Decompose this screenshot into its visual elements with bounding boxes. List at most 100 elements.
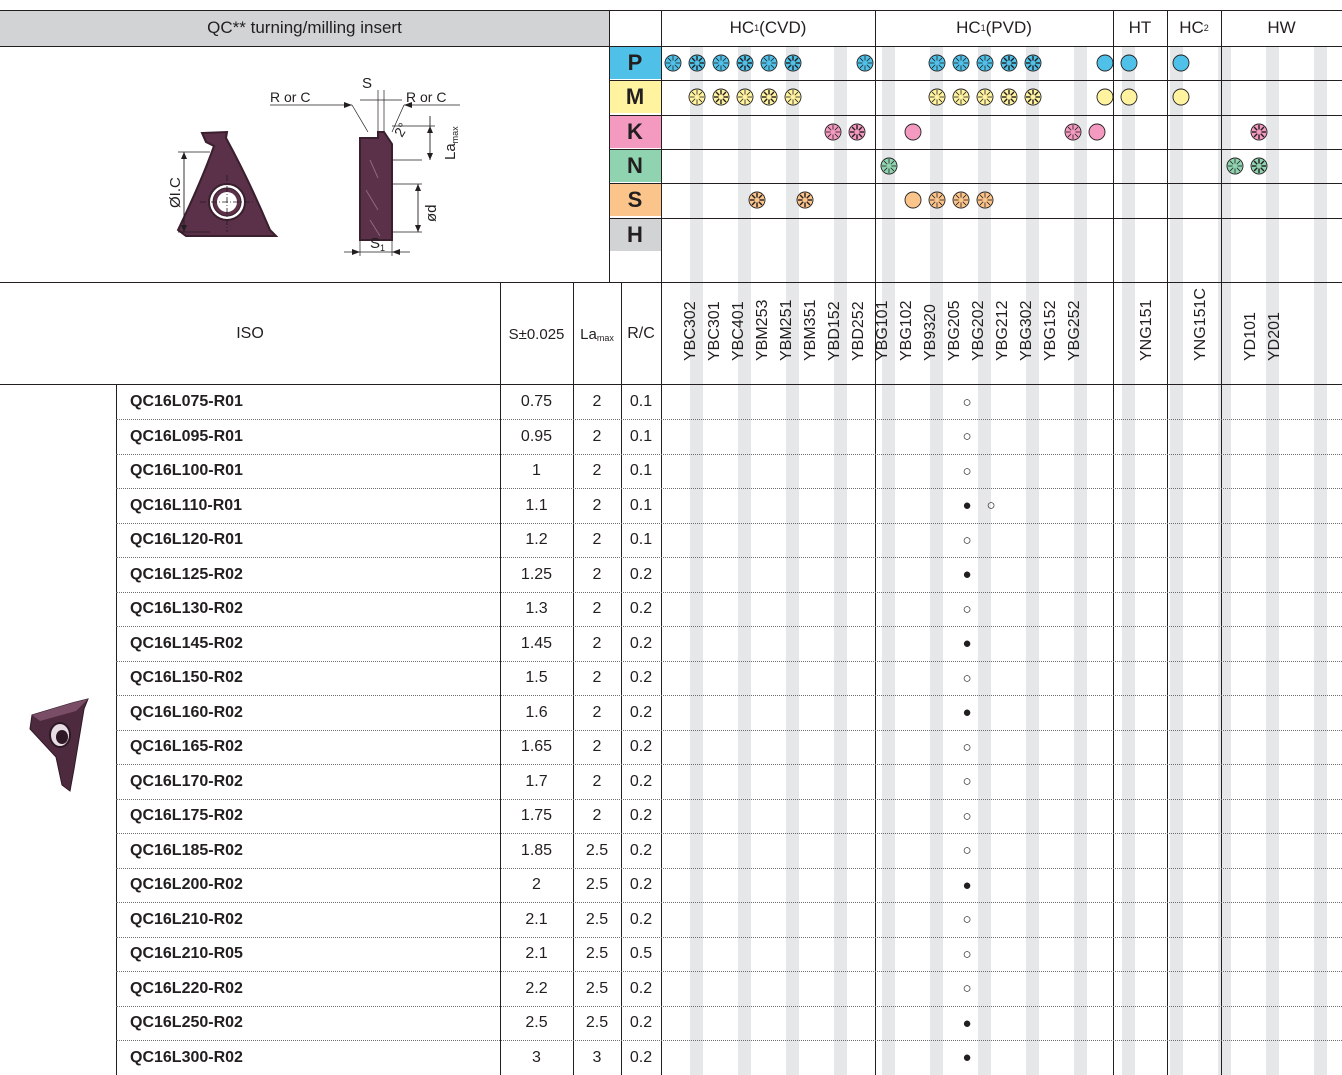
iso-code: QC16L250-R02 <box>130 1014 243 1031</box>
group-hc1-pvd: HC 1 (PVD) <box>956 18 1032 37</box>
angle-label: 2° <box>391 120 412 140</box>
grid-line <box>0 46 1342 47</box>
grid-line <box>661 10 662 1075</box>
ybg205-mark: ● <box>962 1049 972 1066</box>
grade-ybg202: YBG202 <box>969 300 987 361</box>
grade-ybg102: YBG102 <box>897 300 915 361</box>
radius: 0.2 <box>629 807 653 824</box>
col-la: La max <box>580 325 614 344</box>
grid-line <box>1167 10 1168 1075</box>
grade-yng151: YNG151 <box>1137 299 1155 361</box>
column-band <box>1170 46 1183 1075</box>
la-max: 2 <box>592 634 602 652</box>
grade-ybg101: YBG101 <box>873 300 891 361</box>
grade-suitability-icon <box>928 54 946 72</box>
grade-suitability-icon <box>928 88 946 106</box>
width-s: 2.5 <box>525 1014 548 1031</box>
grade-ybd152: YBD152 <box>825 301 843 361</box>
grade-ybm351: YBM351 <box>801 299 819 361</box>
la-max: 2 <box>592 669 602 686</box>
grade-suitability-icon <box>1024 88 1042 106</box>
grade-suitability-icon <box>952 54 970 72</box>
grade-suitability-icon <box>928 191 946 209</box>
radius: 0.2 <box>629 1014 653 1031</box>
ybg205-mark: ○ <box>962 393 972 411</box>
grid-line <box>875 10 876 1075</box>
iso-code: QC16L125-R02 <box>130 565 243 583</box>
width-s: 0.75 <box>520 393 553 410</box>
grade-ybm251: YBM251 <box>777 299 795 361</box>
grade-ybg212: YBG212 <box>993 300 1011 361</box>
grade-suitability-icon <box>1064 123 1082 141</box>
col-rc: R/C <box>627 325 655 342</box>
iso-code: QC16L200-R02 <box>130 876 243 893</box>
insert-technical-drawing: ØI.C S R or C R or C 2° Lamax ød S1 <box>167 75 460 256</box>
ybg205-mark: ○ <box>962 911 972 928</box>
grade-suitability-icon <box>784 88 802 106</box>
column-band <box>1314 46 1327 1075</box>
group-hc2: HC 2 <box>1179 18 1209 37</box>
grade-suitability-icon <box>976 191 994 209</box>
la-max: 2 <box>592 703 602 721</box>
grid-line <box>609 183 1342 185</box>
radius: 0.2 <box>629 772 653 790</box>
la-max: 2.5 <box>585 841 609 859</box>
la-max: 2 <box>592 772 602 790</box>
ybg205-mark: ○ <box>962 669 972 687</box>
grade-suitability-icon <box>1120 88 1138 106</box>
radius: 0.2 <box>629 910 653 928</box>
iso-code: QC16L210-R02 <box>130 910 243 928</box>
grade-suitability-icon <box>1226 157 1244 175</box>
radius: 0.2 <box>629 979 653 997</box>
iso-code: QC16L165-R02 <box>130 738 243 755</box>
radius: 0.2 <box>629 600 653 617</box>
width-s: 0.95 <box>520 427 553 445</box>
col-s: S ±0.025 <box>508 325 565 343</box>
grade-yd201: YD201 <box>1265 312 1283 361</box>
grid-line <box>609 148 1342 150</box>
grade-suitability-icon <box>736 54 754 72</box>
radius: 0.1 <box>629 393 653 410</box>
d-label: ød <box>423 204 440 222</box>
width-s: 2.1 <box>525 945 548 962</box>
width-s: 1.2 <box>525 531 548 548</box>
la-max: 2 <box>592 496 602 514</box>
insert-product-image <box>29 698 89 792</box>
grade-yng151c: YNG151C <box>1191 288 1209 361</box>
product-title: QC** turning/milling insert <box>207 18 402 37</box>
iso-code: QC16L095-R01 <box>130 427 243 445</box>
group-hw: HW <box>1267 18 1296 37</box>
radius: 0.2 <box>629 738 653 755</box>
width-s: 1.6 <box>525 703 548 721</box>
ic-label: ØI.C <box>167 177 184 208</box>
la-max: 2 <box>592 600 602 617</box>
grade-suitability-icon <box>760 88 778 106</box>
grade-suitability-icon <box>1096 88 1114 106</box>
la-max: 2 <box>592 393 602 410</box>
grade-suitability-icon <box>1024 54 1042 72</box>
column-band <box>690 46 703 1075</box>
grade-suitability-icon <box>1088 123 1106 141</box>
grade-yb9320: YB9320 <box>921 304 939 361</box>
ybg205-mark: ○ <box>962 600 972 618</box>
la-max: 2.5 <box>585 945 609 962</box>
grid-line <box>1221 10 1222 1075</box>
grade-suitability-icon <box>688 88 706 106</box>
grade-suitability-icon <box>1250 123 1268 141</box>
radius: 0.1 <box>629 496 653 514</box>
iso-code: QC16L110-R01 <box>130 496 243 514</box>
grade-ybg252: YBG252 <box>1065 300 1083 361</box>
radius: 0.2 <box>629 1048 653 1066</box>
width-s: 2 <box>532 876 541 893</box>
grade-suitability-icon <box>712 88 730 106</box>
grade-suitability-icon <box>824 123 842 141</box>
column-band <box>882 46 895 1075</box>
radius: 0.2 <box>629 703 653 721</box>
grade-suitability-icon <box>760 54 778 72</box>
ybg205-mark: ○ <box>962 945 972 963</box>
ybg205-mark: ● <box>962 497 972 514</box>
catalog-sheet: { "header": { "title": "QC** turning/mil… <box>0 0 1342 1075</box>
grade-suitability-icon <box>952 88 970 106</box>
insert-section-view <box>359 131 393 241</box>
iso-code: QC16L185-R02 <box>130 841 243 859</box>
